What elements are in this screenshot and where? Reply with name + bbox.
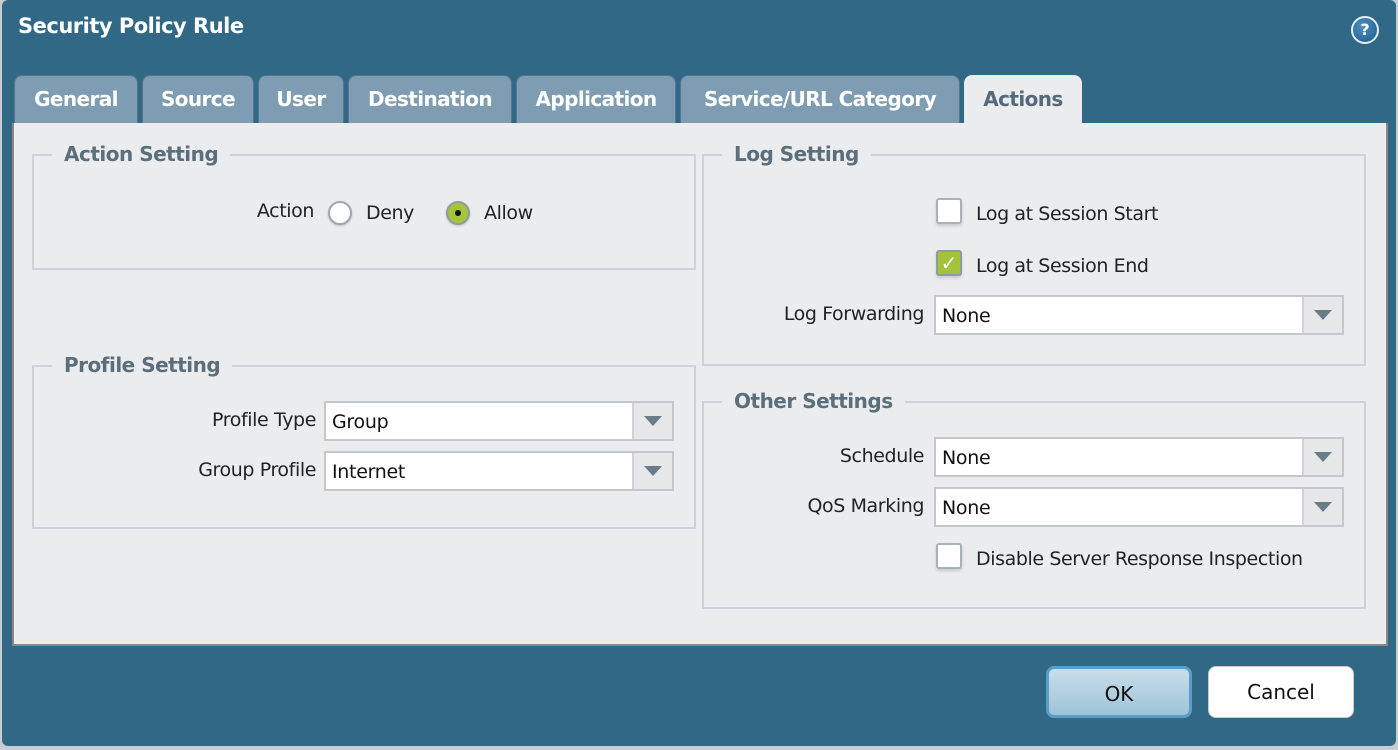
log-session-start-label[interactable]: Log at Session Start (976, 203, 1158, 225)
schedule-select[interactable]: None (934, 437, 1344, 477)
allow-label[interactable]: Allow (484, 202, 533, 224)
dropdown-button[interactable] (632, 403, 672, 439)
log-setting-group: Log Setting Log at Session Start ✓ Log a… (702, 142, 1366, 366)
chevron-down-icon (644, 416, 662, 426)
other-settings-group: Other Settings Schedule None QoS Marking… (702, 389, 1366, 609)
chevron-down-icon (644, 466, 662, 476)
log-forwarding-value: None (942, 305, 991, 327)
dialog-title: Security Policy Rule (18, 14, 244, 38)
log-session-end-checkbox[interactable]: ✓ (936, 250, 962, 276)
log-session-start-checkbox[interactable] (936, 198, 962, 224)
dropdown-button[interactable] (1302, 489, 1342, 525)
action-label: Action (256, 200, 315, 222)
tab-user[interactable]: User (258, 75, 344, 123)
tab-actions[interactable]: Actions (964, 75, 1082, 125)
qos-marking-label: QoS Marking (807, 495, 924, 517)
deny-radio[interactable] (328, 201, 352, 225)
log-forwarding-select[interactable]: None (934, 295, 1344, 335)
profile-setting-legend: Profile Setting (52, 353, 233, 377)
schedule-value: None (942, 447, 991, 469)
disable-server-response-inspection-label[interactable]: Disable Server Response Inspection (976, 548, 1303, 570)
action-setting-legend: Action Setting (52, 142, 231, 166)
profile-type-value: Group (332, 411, 389, 433)
tab-general[interactable]: General (14, 75, 138, 123)
dropdown-button[interactable] (1302, 439, 1342, 475)
allow-radio[interactable] (446, 201, 470, 225)
tab-service-url-category[interactable]: Service/URL Category (680, 75, 960, 123)
profile-type-select[interactable]: Group (324, 401, 674, 441)
profile-type-label: Profile Type (212, 409, 316, 431)
group-profile-value: Internet (332, 461, 406, 483)
disable-server-response-inspection-checkbox[interactable] (936, 543, 962, 569)
log-forwarding-label: Log Forwarding (783, 303, 925, 325)
chevron-down-icon (1314, 310, 1332, 320)
group-profile-label: Group Profile (198, 459, 316, 481)
chevron-down-icon (1314, 452, 1332, 462)
action-setting-group: Action Setting Action Deny Allow (32, 142, 696, 270)
help-icon[interactable]: ? (1351, 16, 1379, 44)
schedule-label: Schedule (839, 445, 925, 467)
actions-panel: Action Setting Action Deny Allow Profile… (12, 123, 1388, 646)
other-settings-legend: Other Settings (722, 389, 905, 413)
deny-label[interactable]: Deny (366, 202, 414, 224)
log-session-end-label[interactable]: Log at Session End (976, 255, 1149, 277)
log-setting-legend: Log Setting (722, 142, 871, 166)
tab-destination[interactable]: Destination (348, 75, 512, 123)
dropdown-button[interactable] (1302, 297, 1342, 333)
dropdown-button[interactable] (632, 453, 672, 489)
tab-source[interactable]: Source (142, 75, 254, 123)
tab-application[interactable]: Application (516, 75, 676, 123)
group-profile-select[interactable]: Internet (324, 451, 674, 491)
profile-setting-group: Profile Setting Profile Type Group Group… (32, 353, 696, 529)
qos-marking-value: None (942, 497, 991, 519)
qos-marking-select[interactable]: None (934, 487, 1344, 527)
chevron-down-icon (1314, 502, 1332, 512)
cancel-button[interactable]: Cancel (1208, 666, 1354, 718)
ok-button[interactable]: OK (1046, 666, 1192, 718)
